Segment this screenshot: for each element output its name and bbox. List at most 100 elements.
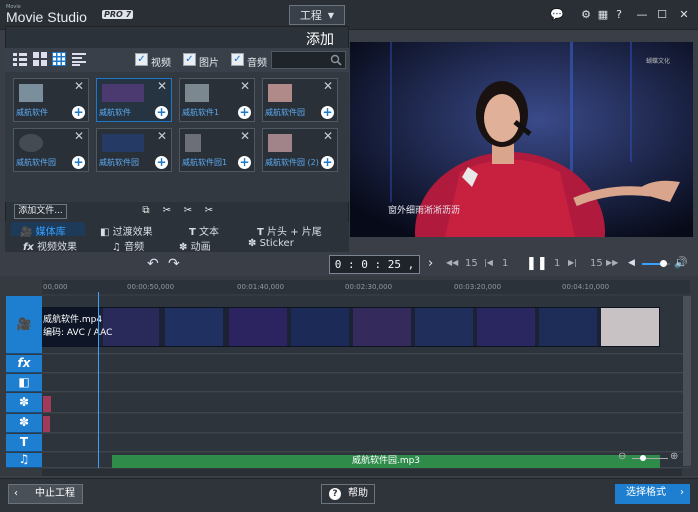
text-track-icon[interactable]: T bbox=[6, 434, 42, 452]
media-tile[interactable]: ✕ 威航软件园 + bbox=[262, 78, 338, 122]
add-icon[interactable]: + bbox=[238, 106, 251, 119]
vertical-scrollbar[interactable] bbox=[683, 296, 691, 466]
project-dropdown[interactable]: 工程 ▼ bbox=[289, 5, 345, 25]
cut-icon[interactable]: ✂ bbox=[203, 205, 215, 217]
list-view-icon[interactable] bbox=[13, 52, 27, 66]
animation-clip[interactable] bbox=[43, 396, 51, 412]
speaker-icon[interactable]: 🔊 bbox=[674, 256, 688, 269]
media-tile[interactable]: ✕ 威航软件1 + bbox=[179, 78, 255, 122]
audio-track-icon[interactable]: ♫ bbox=[6, 453, 42, 468]
tab-titles[interactable]: T 片头 + 片尾 bbox=[257, 223, 322, 238]
close-icon[interactable]: ✕ bbox=[323, 79, 333, 93]
clip-frame bbox=[415, 308, 473, 346]
small-grid-icon[interactable] bbox=[52, 52, 66, 66]
close-icon[interactable]: ✕ bbox=[157, 129, 167, 143]
close-icon[interactable]: ✕ bbox=[240, 129, 250, 143]
close-icon[interactable]: ✕ bbox=[157, 79, 167, 93]
gear-icon[interactable]: ⚙ bbox=[579, 8, 593, 22]
add-icon[interactable]: + bbox=[238, 156, 251, 169]
audio-clip[interactable]: 威航软件园.mp3 bbox=[112, 455, 660, 468]
video-clip[interactable]: 威航软件.mp4 编码: AVC / AAC bbox=[42, 307, 660, 347]
add-icon[interactable]: + bbox=[72, 156, 85, 169]
sticker-clip[interactable] bbox=[43, 416, 50, 432]
video-preview[interactable]: 窗外细雨淅淅沥沥 蝴蝶文化 bbox=[350, 42, 693, 237]
redo-icon[interactable]: ↷ bbox=[168, 256, 180, 272]
media-name: 威航软件园 bbox=[16, 158, 56, 167]
add-icon[interactable]: + bbox=[155, 156, 168, 169]
minimize-button[interactable]: — bbox=[635, 8, 649, 22]
add-icon[interactable]: + bbox=[321, 106, 334, 119]
media-thumbnail bbox=[102, 134, 144, 152]
stop-project-button[interactable]: ‹ 中止工程 bbox=[8, 484, 83, 504]
tab-label: 文本 bbox=[199, 227, 220, 238]
media-tile[interactable]: ✕ 威航软件园 + bbox=[13, 128, 89, 172]
animation-track-icon[interactable]: ✽ bbox=[6, 393, 42, 413]
close-button[interactable]: ✕ bbox=[677, 8, 691, 22]
library-search-input[interactable] bbox=[271, 51, 346, 69]
help-label: 帮助 bbox=[348, 488, 368, 499]
app-edition-badge: PRO 7 bbox=[102, 10, 134, 19]
horizontal-scrollbar[interactable] bbox=[42, 469, 682, 476]
close-icon[interactable]: ✕ bbox=[240, 79, 250, 93]
fx-track bbox=[42, 355, 690, 373]
transition-track-icon[interactable]: ◧ bbox=[6, 374, 42, 392]
close-icon[interactable]: ✕ bbox=[323, 129, 333, 143]
copy-icon[interactable]: ⧉ bbox=[140, 205, 152, 217]
rewind-step: 15 bbox=[465, 258, 478, 269]
media-tile[interactable]: ✕ 威航软件园1 + bbox=[179, 128, 255, 172]
zoom-in-icon[interactable]: ⊕ bbox=[670, 451, 678, 462]
close-icon[interactable]: ✕ bbox=[74, 79, 84, 93]
media-tile[interactable]: ✕ 威航软件 + bbox=[13, 78, 89, 122]
close-icon[interactable]: ✕ bbox=[74, 129, 84, 143]
cut-icon[interactable]: ✂ bbox=[182, 205, 194, 217]
pause-icon[interactable]: ❚❚ bbox=[526, 256, 548, 271]
add-icon[interactable]: + bbox=[155, 106, 168, 119]
filter-audio-checkbox[interactable]: ✓ bbox=[231, 53, 244, 66]
timecode-display[interactable]: 0 : 0 : 25 , 970 bbox=[329, 255, 420, 288]
media-tile[interactable]: ✕ 威航软件园 (2) + bbox=[262, 128, 338, 172]
volume-slider[interactable] bbox=[642, 260, 670, 267]
sticker-track-icon[interactable]: ✽ bbox=[6, 414, 42, 433]
tab-media-library[interactable]: 🎥 媒体库 bbox=[20, 223, 66, 238]
filter-image-checkbox[interactable]: ✓ bbox=[183, 53, 196, 66]
large-grid-icon[interactable] bbox=[33, 52, 47, 66]
next-icon[interactable]: › bbox=[428, 256, 433, 271]
detail-list-icon[interactable] bbox=[72, 52, 86, 66]
edit-icon[interactable]: ▦ bbox=[596, 8, 610, 22]
filter-video-label: 视频 bbox=[151, 58, 171, 69]
tab-text[interactable]: T 文本 bbox=[189, 223, 219, 238]
tab-transitions[interactable]: ◧ 过渡效果 bbox=[100, 223, 153, 238]
media-tile[interactable]: ✕ 威航软件 + bbox=[96, 78, 172, 122]
fx-track-icon[interactable]: fx bbox=[6, 355, 42, 373]
add-icon[interactable]: + bbox=[72, 106, 85, 119]
playhead[interactable] bbox=[98, 292, 99, 468]
select-format-button[interactable]: 选择格式 › bbox=[615, 484, 690, 504]
cut-icon[interactable]: ✂ bbox=[161, 205, 173, 217]
video-track-icon[interactable]: 🎥 bbox=[6, 296, 42, 354]
zoom-slider[interactable]: ⊖ ⊕ bbox=[618, 451, 682, 464]
next-frame-icon[interactable]: ▶| bbox=[568, 258, 577, 267]
zoom-track bbox=[632, 458, 668, 459]
tab-audio[interactable]: ♫ 音频 bbox=[112, 238, 144, 253]
tab-video-effects[interactable]: fx 视频效果 bbox=[23, 238, 77, 253]
fast-forward-icon[interactable]: ▶▶ bbox=[606, 258, 618, 267]
prev-frame-icon[interactable]: |◀ bbox=[484, 258, 493, 267]
add-icon[interactable]: + bbox=[321, 156, 334, 169]
tab-animation[interactable]: ✽ 动画 bbox=[179, 238, 211, 253]
undo-icon[interactable]: ↶ bbox=[147, 256, 159, 272]
media-tile[interactable]: ✕ 威航软件园 + bbox=[96, 128, 172, 172]
rewind-icon[interactable]: ◀◀ bbox=[446, 258, 458, 267]
maximize-button[interactable]: ☐ bbox=[655, 8, 669, 22]
volume-down-icon[interactable]: ◀ bbox=[628, 258, 635, 268]
add-file-button[interactable]: 添加文件... bbox=[14, 204, 67, 219]
media-name: 威航软件园 bbox=[99, 158, 139, 167]
volume-slider-knob[interactable] bbox=[660, 260, 667, 267]
chat-icon[interactable]: 💬 bbox=[550, 8, 564, 22]
help-button[interactable]: ? 帮助 bbox=[321, 484, 375, 504]
zoom-knob[interactable] bbox=[640, 455, 646, 461]
sticker-icon: ✽ bbox=[248, 238, 257, 249]
help-icon[interactable]: ? bbox=[612, 8, 626, 22]
zoom-out-icon[interactable]: ⊖ bbox=[618, 451, 626, 462]
filter-video-checkbox[interactable]: ✓ bbox=[135, 53, 148, 66]
tab-sticker[interactable]: ✽ Sticker bbox=[248, 238, 294, 249]
